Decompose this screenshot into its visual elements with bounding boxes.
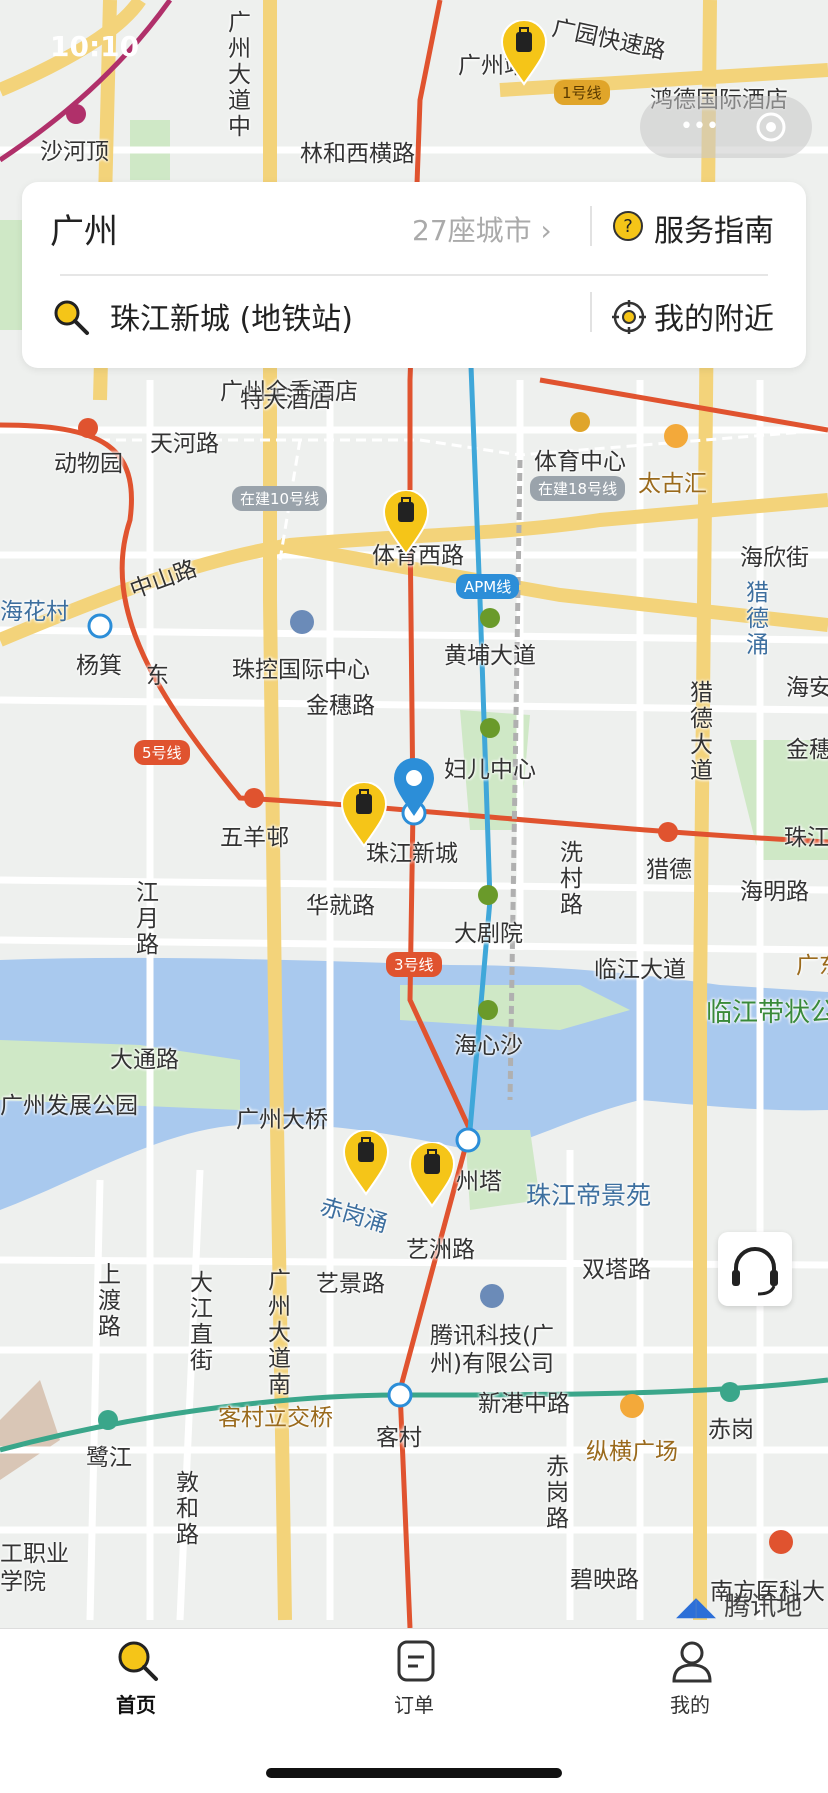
line-badge: 在建18号线 [530,476,626,501]
luggage-pin-icon[interactable] [342,1130,390,1196]
help-icon[interactable]: ? [612,210,644,242]
luggage-pin-icon[interactable] [408,1142,456,1208]
place-label: 大江直街 [190,1270,213,1374]
place-label: 大通路 [110,1047,179,1073]
place-label: 客村 [376,1425,422,1451]
nearby-button[interactable]: 我的附近 [654,294,774,338]
location-row: 珠江新城 (地铁站) 我的附近 [22,270,806,356]
more-icon[interactable]: ••• [680,114,719,139]
place-label: 天河路 [150,431,219,457]
line-badge: APM线 [456,574,520,599]
place-label: 珠江 [784,825,828,851]
place-label: 艺景路 [316,1271,385,1297]
place-label: 大剧院 [454,921,523,947]
place-label: 珠江帝景苑 [526,1181,652,1210]
user-icon [672,1641,712,1683]
place-label: 体育中心 [534,449,626,475]
place-label: 艺洲路 [406,1237,475,1263]
place-label: 碧映路 [570,1567,639,1593]
place-label: 华就路 [306,893,375,919]
svg-text:?: ? [623,216,633,237]
customer-service-button[interactable] [718,1232,792,1306]
place-label: 海心沙 [454,1033,523,1059]
line-badge: 3号线 [386,952,442,977]
map-logo: ◢◣ 腾讯地图 [676,1592,803,1622]
status-bar: 10:10 [0,0,828,90]
city-name[interactable]: 广州 [50,204,118,253]
place-label: 猎德 [646,857,692,883]
tab-label: 首页 [116,1693,156,1717]
search-icon [54,300,89,335]
tab-home[interactable]: 首页 [66,1629,206,1749]
locate-icon[interactable] [612,300,646,334]
place-label: 妇儿中心 [444,757,536,783]
place-label: 赤岗 [708,1417,754,1443]
divider [590,292,592,332]
place-label: 广州大道南 [268,1268,291,1398]
place-label: 林和西横路 [300,141,415,167]
place-label: 临江带状公 [706,998,828,1028]
place-label: 金穗 [786,737,828,763]
place-label: 广州发展公园 [0,1093,138,1119]
place-label: 海安 [786,675,828,701]
line-badge: 5号线 [134,740,190,765]
city-row: 广州 27座城市 › ? 服务指南 [22,182,806,268]
close-capsule-icon[interactable] [754,110,788,144]
place-label: 猎德涌 [746,580,769,658]
tab-label: 我的 [670,1693,710,1717]
luggage-pin-icon[interactable] [340,782,388,848]
status-time: 10:10 [50,30,140,63]
miniprogram-capsule[interactable]: ••• [640,96,812,158]
place-label: 州塔 [456,1169,502,1195]
line-badge: 在建10号线 [232,486,328,511]
place-label: 杨箕 [76,653,122,679]
place-label: 工职业学院 [0,1541,69,1595]
home-indicator [266,1768,562,1778]
location-input[interactable]: 珠江新城 (地铁站) [110,294,353,338]
place-label: 太古汇 [638,471,707,497]
place-label: 海明路 [740,879,809,905]
place-label: 客村立交桥 [218,1405,333,1431]
headset-icon [732,1247,778,1296]
luggage-pin-icon[interactable] [382,490,430,556]
place-label: 珠控国际中心 [232,657,370,683]
place-label: 金穗路 [306,693,375,719]
tab-orders[interactable]: 订单 [344,1629,484,1749]
tab-label: 订单 [394,1693,434,1717]
place-label: 五羊邨 [220,825,289,851]
place-label: 广州大桥 [236,1107,328,1133]
tab-profile[interactable]: 我的 [620,1629,760,1749]
place-label: 赤岗路 [546,1454,569,1532]
place-label: 东 [146,663,169,689]
city-count-link[interactable]: 27座城市 › [412,209,552,249]
place-label: 海花村 [0,599,69,625]
place-label: 双塔路 [582,1257,651,1283]
place-label: 临江大道 [594,957,686,983]
place-label: 江月路 [136,880,159,958]
place-label: 上渡路 [98,1262,121,1340]
place-label: 猎德大道 [690,680,713,784]
search-icon [118,1641,158,1681]
place-label: 特大酒店 [240,387,332,413]
place-label: 纵横广场 [586,1439,678,1465]
place-label: 海欣街 [740,545,809,571]
order-icon [397,1640,435,1682]
search-panel: 广州 27座城市 › ? 服务指南 珠江新城 (地铁站) 我的附近 [22,182,806,368]
place-label: 沙河顶 [40,139,109,165]
place-label: 新港中路 [478,1391,570,1417]
place-label: 黄埔大道 [444,643,536,669]
service-guide-button[interactable]: 服务指南 [654,206,774,250]
divider [590,206,592,246]
place-label: 鹭江 [86,1445,132,1471]
location-pin-icon [394,758,434,816]
place-label: 洗村路 [560,840,583,918]
place-label: 腾讯科技(广州)有限公司 [430,1323,554,1377]
place-label: 动物园 [54,451,123,477]
place-label: 敦和路 [176,1470,199,1548]
place-label: 广东 [796,953,828,979]
